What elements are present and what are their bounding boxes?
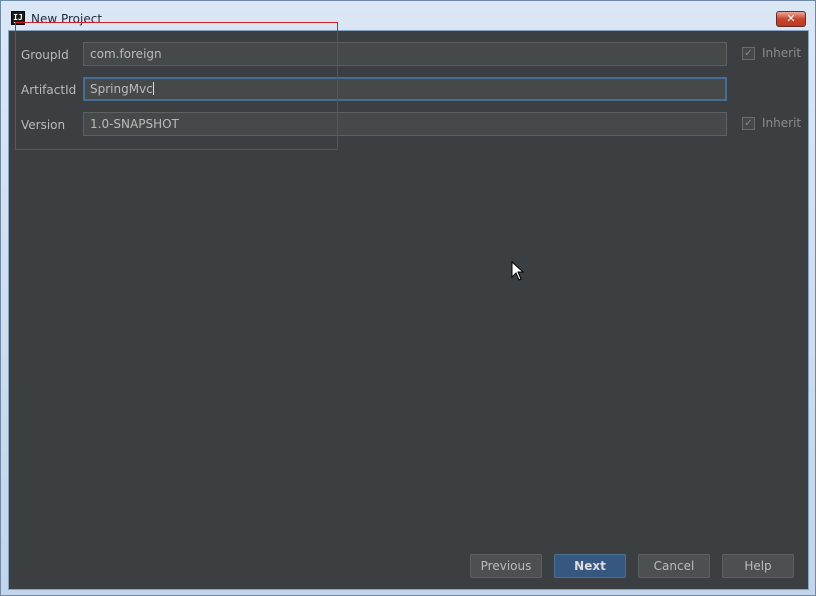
version-inherit-label: Inherit — [762, 116, 802, 130]
annotation-rectangle — [15, 22, 338, 150]
version-inherit-checkbox[interactable]: ✓ — [742, 117, 755, 130]
cancel-button[interactable]: Cancel — [638, 554, 710, 578]
new-project-window: IJ New Project ✕ GroupId com.foreign ✓ I… — [0, 0, 816, 596]
previous-button[interactable]: Previous — [470, 554, 542, 578]
next-button[interactable]: Next — [554, 554, 626, 578]
help-button[interactable]: Help — [722, 554, 794, 578]
close-button[interactable]: ✕ — [776, 11, 806, 27]
group-id-inherit-label: Inherit — [762, 46, 802, 60]
group-id-inherit-checkbox[interactable]: ✓ — [742, 47, 755, 60]
mouse-cursor-icon — [511, 261, 525, 281]
